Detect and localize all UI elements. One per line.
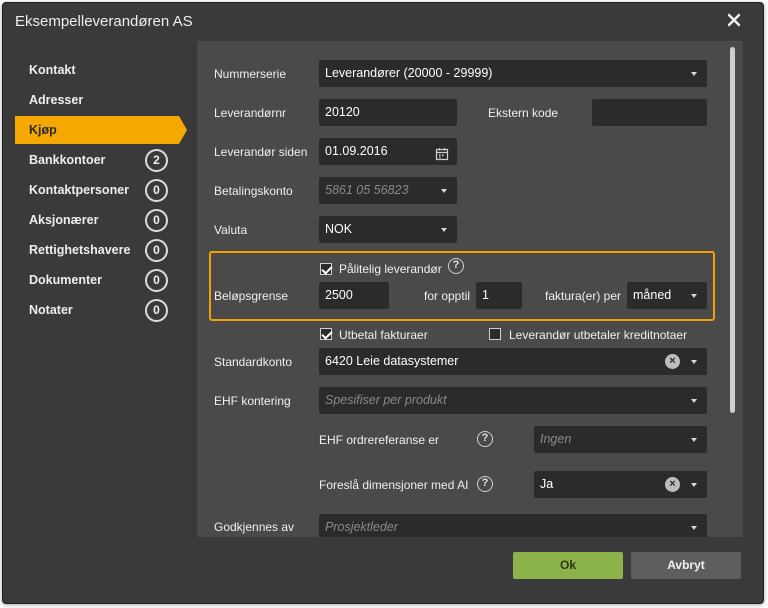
leverandor-siden-label: Leverandør siden <box>214 145 308 159</box>
godkjennes-av-select[interactable]: Prosjektleder <box>319 514 707 537</box>
godkjennes-av-placeholder: Prosjektleder <box>325 520 398 534</box>
leverandornr-label: Leverandørnr <box>214 106 287 120</box>
sidebar-item-label: Kontakt <box>29 63 76 77</box>
vertical-scrollbar[interactable] <box>730 47 735 413</box>
caret-down-icon <box>691 399 697 403</box>
ekstern-kode-label: Ekstern kode <box>488 106 559 120</box>
supplier-dialog: Eksempelleverandøren AS Kontakt Adresser… <box>2 2 764 604</box>
belopsgrense-label: Beløpsgrense <box>214 289 289 303</box>
nummerserie-value: Leverandører (20000 - 29999) <box>325 66 493 80</box>
ehf-ordrereferanse-placeholder: Ingen <box>540 432 572 446</box>
ok-button[interactable]: Ok <box>513 552 623 579</box>
palitelig-label: Pålitelig leverandør <box>339 262 442 276</box>
foresla-dimensjoner-value: Ja <box>540 477 554 491</box>
help-icon[interactable]: ? <box>448 258 464 274</box>
valuta-value: NOK <box>325 222 353 236</box>
sidebar-item-notater[interactable]: Notater 0 <box>15 296 179 324</box>
ehf-kontering-select[interactable]: Spesifiser per produkt <box>319 387 707 414</box>
foresla-dimensjoner-label: Foreslå dimensjoner med AI <box>319 478 469 492</box>
caret-down-icon <box>441 228 447 232</box>
sidebar-item-dokumenter[interactable]: Dokumenter 0 <box>15 266 179 294</box>
ehf-kontering-label: EHF kontering <box>214 394 291 408</box>
betalingskonto-placeholder: 5861 05 56823 <box>325 183 409 197</box>
ehf-kontering-placeholder: Spesifiser per produkt <box>325 393 447 407</box>
sidebar-item-label: Kjøp <box>29 123 57 137</box>
sidebar-item-label: Aksjonærer <box>29 213 99 227</box>
standardkonto-value: 6420 Leie datasystemer <box>325 354 459 368</box>
cancel-button[interactable]: Avbryt <box>631 552 741 579</box>
nummerserie-label: Nummerserie <box>214 67 287 81</box>
sidebar-item-kontakt[interactable]: Kontakt <box>15 56 179 84</box>
help-icon[interactable]: ? <box>477 476 493 492</box>
purchase-form-panel: Nummerserie Leverandører (20000 - 29999)… <box>197 41 743 537</box>
caret-down-icon <box>441 189 447 193</box>
valuta-select[interactable]: NOK <box>319 216 457 243</box>
fakturaer-per-select[interactable]: måned <box>627 282 707 309</box>
sidebar-item-label: Rettighetshavere <box>29 243 131 257</box>
sidebar-item-aksjonaerer[interactable]: Aksjonærer 0 <box>15 206 179 234</box>
palitelig-checkbox[interactable] <box>320 263 332 275</box>
count-badge: 0 <box>145 299 168 322</box>
caret-down-icon <box>691 294 697 298</box>
sidebar-item-label: Kontaktpersoner <box>29 183 130 197</box>
caret-down-icon <box>691 72 697 76</box>
caret-down-icon <box>691 483 697 487</box>
sidebar-item-bankkontoer[interactable]: Bankkontoer 2 <box>15 146 179 174</box>
kreditnotaer-checkbox[interactable] <box>489 328 501 340</box>
sidebar-item-rettighetshavere[interactable]: Rettighetshavere 0 <box>15 236 179 264</box>
for-opptil-value: 1 <box>482 288 489 302</box>
utbetal-fakturaer-label: Utbetal fakturaer <box>339 328 428 342</box>
clear-icon[interactable]: × <box>665 354 680 369</box>
calendar-icon[interactable] <box>435 144 449 165</box>
sidebar-item-label: Notater <box>29 303 73 317</box>
caret-down-icon <box>691 360 697 364</box>
close-icon[interactable] <box>725 11 743 29</box>
ehf-ordrereferanse-select[interactable]: Ingen <box>534 426 707 453</box>
sidebar-item-label: Adresser <box>29 93 84 107</box>
count-badge: 0 <box>145 269 168 292</box>
sidebar-item-kjop[interactable]: Kjøp <box>15 116 187 144</box>
sidebar-item-kontaktpersoner[interactable]: Kontaktpersoner 0 <box>15 176 179 204</box>
fakturaer-per-label: faktura(er) per <box>545 289 622 303</box>
sidebar-item-adresser[interactable]: Adresser <box>15 86 179 114</box>
valuta-label: Valuta <box>214 223 248 237</box>
leverandor-siden-value: 01.09.2016 <box>325 144 388 158</box>
count-badge: 0 <box>145 209 168 232</box>
betalingskonto-select[interactable]: 5861 05 56823 <box>319 177 457 204</box>
godkjennes-av-label: Godkjennes av <box>214 520 295 534</box>
betalingskonto-label: Betalingskonto <box>214 184 293 198</box>
belopsgrense-value: 2500 <box>325 288 353 302</box>
clear-icon[interactable]: × <box>665 477 680 492</box>
count-badge: 2 <box>145 149 168 172</box>
for-opptil-input[interactable]: 1 <box>476 282 522 309</box>
leverandor-siden-date-input[interactable]: 01.09.2016 <box>319 138 457 165</box>
standardkonto-select[interactable]: 6420 Leie datasystemer × <box>319 348 707 375</box>
utbetal-fakturaer-checkbox[interactable] <box>320 328 332 340</box>
help-icon[interactable]: ? <box>477 431 493 447</box>
count-badge: 0 <box>145 179 168 202</box>
belopsgrense-input[interactable]: 2500 <box>319 282 389 309</box>
sidebar-item-label: Dokumenter <box>29 273 102 287</box>
ekstern-kode-input[interactable] <box>592 99 707 126</box>
standardkonto-label: Standardkonto <box>214 355 293 369</box>
caret-down-icon <box>691 438 697 442</box>
leverandornr-input[interactable]: 20120 <box>319 99 457 126</box>
ehf-ordrereferanse-label: EHF ordrereferanse er <box>319 433 440 447</box>
dialog-title: Eksempelleverandøren AS <box>15 13 193 30</box>
foresla-dimensjoner-select[interactable]: Ja × <box>534 471 707 498</box>
nummerserie-select[interactable]: Leverandører (20000 - 29999) <box>319 60 707 87</box>
leverandornr-value: 20120 <box>325 105 360 119</box>
caret-down-icon <box>691 526 697 530</box>
fakturaer-per-value: måned <box>633 288 672 302</box>
kreditnotaer-label: Leverandør utbetaler kreditnotaer <box>509 328 688 342</box>
count-badge: 0 <box>145 239 168 262</box>
for-opptil-label: for opptil <box>424 289 471 303</box>
sidebar-item-label: Bankkontoer <box>29 153 106 167</box>
